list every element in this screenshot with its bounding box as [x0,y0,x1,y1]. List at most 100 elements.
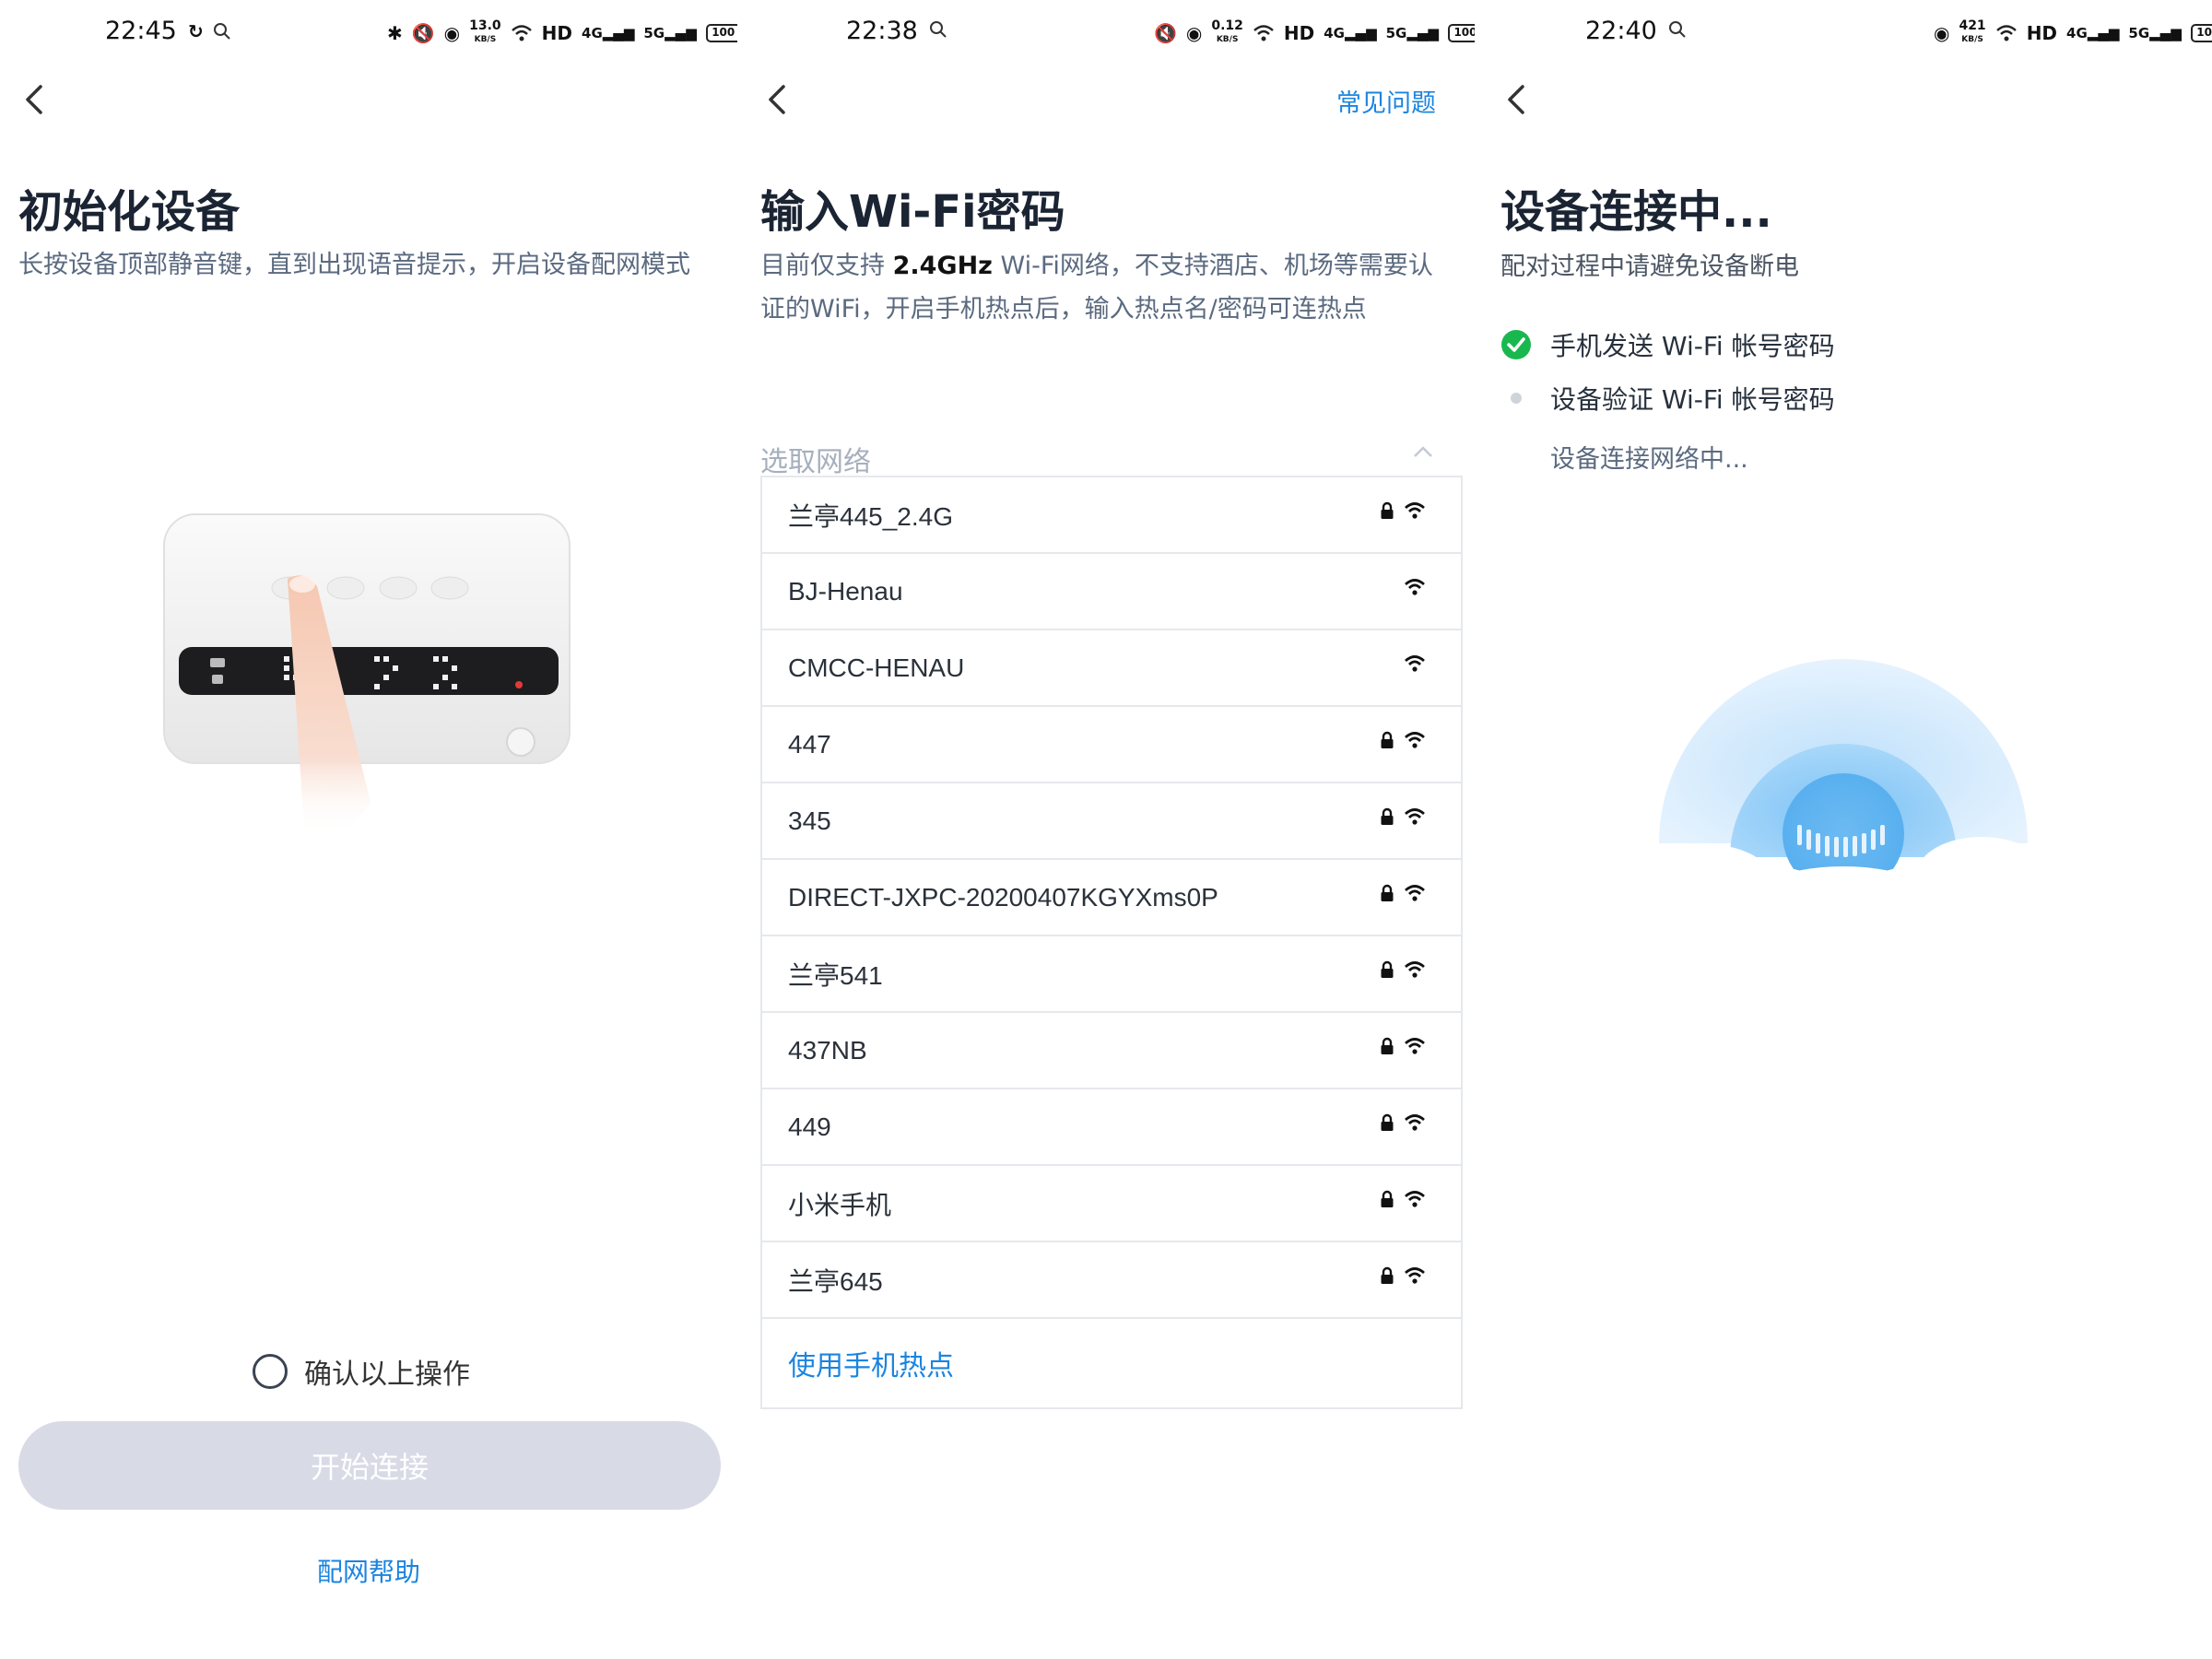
lock-icon [1381,1266,1394,1284]
back-button[interactable] [17,81,53,118]
wifi-network-row[interactable]: 兰亭645 [762,1241,1461,1317]
wifi-network-row[interactable]: 437NB [762,1011,1461,1088]
location-icon: ◉ [443,22,461,44]
status-bar: 22:45 ↻ ✱ 🔇 ◉ 13.0 KB/S HD 4G▂▄▆ 5G▂▄▆ 10… [0,17,737,53]
start-connect-button[interactable]: 开始连接 [18,1421,721,1510]
mute-icon: 🔇 [1154,22,1177,44]
wifi-network-row[interactable]: 447 [762,705,1461,782]
signal-4g-icon: 4G▂▄▆ [582,25,635,41]
signal-5g-icon: 5G▂▄▆ [2128,25,2182,41]
lock-icon [1381,960,1394,978]
wifi-status-icon [511,25,532,41]
wifi-network-name: BJ-Henau [788,576,903,606]
wifi-network-name: 449 [788,1112,831,1141]
wifi-signal-icon [1405,961,1425,978]
net-speed: 13.0 KB/S [469,18,501,44]
bluetooth-icon: ✱ [387,22,403,44]
page-title: 设备连接中... [1500,186,1772,238]
wifi-row-icons [1380,1190,1426,1208]
band-highlight: 2.4GHz [892,252,993,280]
wifi-status-icon [1995,25,2017,41]
confirm-label: 确认以上操作 [304,1359,470,1391]
wifi-network-row[interactable]: 345 [762,782,1461,858]
network-help-link[interactable]: 配网帮助 [0,1552,737,1589]
radio-circle-icon [253,1354,288,1389]
step-verify-credentials: 设备验证 Wi-Fi 帐号密码 [1500,380,1835,417]
location-icon: ◉ [1934,22,1950,44]
chevron-up-icon [1414,446,1432,457]
back-button[interactable] [759,81,796,118]
wifi-network-row[interactable]: 449 [762,1088,1461,1164]
signal-4g-icon: 4G▂▄▆ [1324,25,1377,41]
back-button[interactable] [1499,81,1535,118]
wifi-network-row[interactable]: 兰亭541 [762,935,1461,1011]
signal-4g-icon: 4G▂▄▆ [2066,25,2120,41]
network-section-header[interactable]: 选取网络 [760,439,1463,478]
page-title: 输入Wi-Fi密码 [760,186,1065,238]
screen-wifi-password: 22:38 🔇 ◉ 0.12 KB/S HD 4G▂▄▆ 5G▂▄▆ 100 常见… [737,0,1475,1659]
wifi-network-name: 兰亭645 [788,1266,883,1296]
search-icon [213,23,230,40]
confirm-checkbox[interactable]: 确认以上操作 [253,1351,470,1392]
wifi-network-row[interactable]: BJ-Henau [762,552,1461,629]
wifi-row-icons [1380,731,1426,749]
wifi-signal-icon [1405,885,1425,901]
step-status-text: 设备连接网络中... [1550,445,1748,474]
sync-icon: ↻ [188,20,204,42]
status-left-icons [929,20,947,39]
step-send-credentials: 手机发送 Wi-Fi 帐号密码 [1500,326,1835,363]
page-subtitle: 目前仅支持 2.4GHz Wi-Fi网络，不支持酒店、机场等需要认证的WiFi，… [760,252,1433,324]
status-time: 22:45 [105,17,177,45]
status-left-icons: ↻ [188,20,231,42]
wifi-row-icons [1404,578,1426,596]
lock-icon [1381,884,1394,901]
signal-5g-icon: 5G▂▄▆ [1385,25,1439,41]
lock-icon [1381,807,1394,825]
wifi-network-name: 兰亭541 [788,960,883,990]
wifi-network-name: 兰亭445_2.4G [788,501,953,531]
status-right-icons: 🔇 ◉ 0.12 KB/S HD 4G▂▄▆ 5G▂▄▆ 100 [1154,18,1475,46]
wifi-network-row[interactable]: CMCC-HENAU [762,629,1461,705]
wifi-row-icons [1380,1266,1426,1285]
section-label: 选取网络 [760,446,871,478]
wifi-signal-icon [1405,1191,1425,1207]
chevron-left-icon [769,85,785,114]
wifi-row-icons [1380,1037,1426,1055]
status-right-icons: ✱ 🔇 ◉ 13.0 KB/S HD 4G▂▄▆ 5G▂▄▆ 100 [387,18,737,46]
mute-icon: 🔇 [411,22,435,44]
wifi-network-name: 437NB [788,1035,867,1065]
faq-link[interactable]: 常见问题 [1336,83,1436,119]
wifi-signal-icon [1405,1114,1425,1131]
search-icon [930,21,947,38]
wifi-signal-icon [1405,655,1425,672]
use-phone-hotspot-button[interactable]: 使用手机热点 [762,1317,1461,1407]
lock-icon [1381,501,1394,519]
wifi-network-name: DIRECT-JXPC-20200407KGYXms0P [788,882,1218,912]
wifi-signal-icon [1405,1038,1425,1054]
wifi-row-icons [1380,960,1426,979]
pending-dot-icon [1500,382,1532,414]
wifi-network-name: 345 [788,806,831,835]
wifi-signal-icon [1405,579,1425,595]
net-speed: 0.12 KB/S [1211,18,1243,44]
wifi-row-icons [1380,501,1426,520]
wifi-row-icons [1404,654,1426,673]
status-left-icons [1668,20,1687,39]
wifi-network-row[interactable]: DIRECT-JXPC-20200407KGYXms0P [762,858,1461,935]
connecting-animation-illustration [1650,659,2037,931]
wifi-signal-icon [1405,808,1425,825]
wifi-network-name: 小米手机 [788,1190,892,1219]
status-bar: 22:40 ◉ 421KB/S HD 4G▂▄▆ 5G▂▄▆ 100 [1475,17,2212,53]
lock-icon [1381,1037,1394,1054]
wifi-network-name: CMCC-HENAU [788,653,965,682]
wifi-signal-icon [1405,732,1425,748]
wifi-network-row[interactable]: 兰亭445_2.4G [762,476,1461,552]
wifi-row-icons [1380,884,1426,902]
net-speed: 421 KB/S [1959,18,1986,44]
wifi-network-row[interactable]: 小米手机 [762,1164,1461,1241]
step-label: 设备验证 Wi-Fi 帐号密码 [1550,384,1835,415]
screen-init-device: 22:45 ↻ ✱ 🔇 ◉ 13.0 KB/S HD 4G▂▄▆ 5G▂▄▆ 10… [0,0,737,1659]
chevron-left-icon [26,85,42,114]
location-icon: ◉ [1185,22,1203,44]
search-icon [1669,21,1686,38]
